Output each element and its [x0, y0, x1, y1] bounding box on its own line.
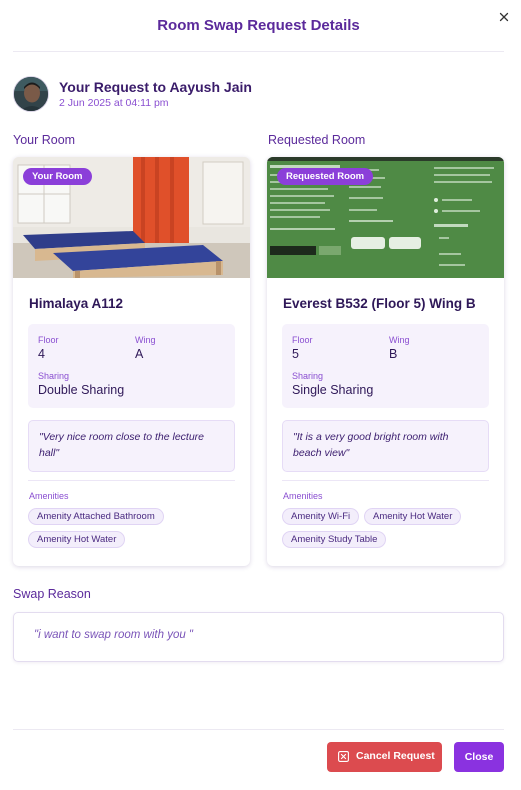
wing-label: Wing: [389, 335, 410, 345]
avatar: [13, 76, 49, 112]
request-title: Your Request to Aayush Jain: [59, 79, 252, 95]
your-room-badge: Your Room: [23, 168, 92, 185]
divider: [282, 480, 489, 481]
amenity-chip: Amenity Hot Water: [364, 508, 462, 525]
cancel-request-button[interactable]: Cancel Request: [327, 742, 442, 772]
sharing-value: Double Sharing: [38, 383, 125, 397]
close-icon[interactable]: [496, 9, 512, 25]
requested-room-name: Everest B532 (Floor 5) Wing B: [283, 296, 476, 311]
footer-divider: [13, 729, 504, 730]
cancel-icon: [338, 751, 349, 765]
swap-reason-text: "i want to swap room with you ": [34, 629, 194, 641]
requested-room-badge: Requested Room: [277, 168, 374, 185]
wing-value: B: [389, 347, 398, 361]
amenity-chip: Amenity Attached Bathroom: [28, 508, 164, 525]
sharing-label: Sharing: [38, 371, 70, 381]
request-header: Your Request to Aayush Jain 2 Jun 2025 a…: [13, 76, 413, 112]
floor-value: 5: [292, 347, 299, 361]
close-button[interactable]: Close: [454, 742, 504, 772]
your-room-info: Floor 4 Wing A Sharing Double Sharing: [28, 324, 235, 408]
swap-reason-box: "i want to swap room with you ": [13, 612, 504, 662]
cancel-request-label: Cancel Request: [356, 750, 435, 762]
swap-reason-label: Swap Reason: [13, 587, 91, 601]
amenities-label: Amenities: [29, 491, 69, 501]
modal-title: Room Swap Request Details: [157, 17, 360, 34]
your-room-label: Your Room: [13, 133, 76, 147]
modal-header: Room Swap Request Details: [13, 0, 504, 52]
wing-label: Wing: [135, 335, 156, 345]
divider: [28, 480, 235, 481]
requested-room-info: Floor 5 Wing B Sharing Single Sharing: [282, 324, 489, 408]
amenities-label: Amenities: [283, 491, 323, 501]
wing-value: A: [135, 347, 144, 361]
requested-room-card: Requested Room Everest B532 (Floor 5) Wi…: [267, 157, 504, 566]
requested-room-photo: Requested Room: [267, 157, 504, 278]
amenity-chip: Amenity Hot Water: [28, 531, 126, 548]
your-room-description: "Very nice room close to the lecture hal…: [28, 420, 235, 472]
swap-request-modal: Room Swap Request Details Your Request t…: [0, 0, 521, 790]
sharing-value: Single Sharing: [292, 383, 374, 397]
requested-room-description: "It is a very good bright room with beac…: [282, 420, 489, 472]
your-room-name: Himalaya A112: [29, 296, 124, 311]
amenity-chip: Amenity Study Table: [282, 531, 387, 548]
requested-room-label: Requested Room: [268, 133, 366, 147]
sharing-label: Sharing: [292, 371, 324, 381]
floor-label: Floor: [38, 335, 59, 345]
request-date: 2 Jun 2025 at 04:11 pm: [59, 97, 169, 109]
your-room-card: Your Room Himalaya A112 Floor 4 Wing A S…: [13, 157, 250, 566]
floor-label: Floor: [292, 335, 313, 345]
your-room-photo: Your Room: [13, 157, 250, 278]
amenity-chip: Amenity Wi-Fi: [282, 508, 360, 525]
floor-value: 4: [38, 347, 45, 361]
